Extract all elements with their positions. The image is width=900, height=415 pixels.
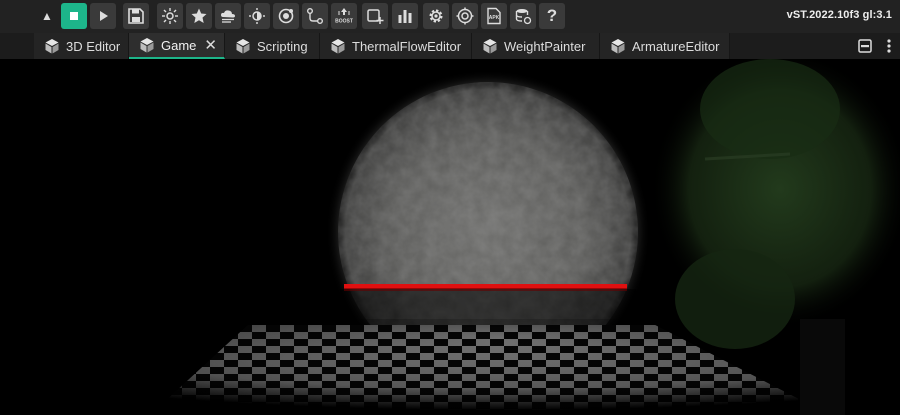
bar-chart-icon (398, 10, 412, 23)
star-button[interactable] (186, 3, 212, 29)
tab-scripting[interactable]: Scripting (225, 33, 320, 59)
node-path-button[interactable] (302, 3, 328, 29)
orbit-icon (278, 8, 294, 24)
tab-thermal-flow-editor[interactable]: ThermalFlowEditor (320, 33, 472, 59)
cloud-settings-button[interactable] (215, 3, 241, 29)
database-sync-button[interactable] (510, 3, 536, 29)
play-icon (100, 11, 108, 21)
game-scene (100, 59, 900, 415)
cube-icon (45, 39, 59, 54)
checker-floor (100, 319, 900, 415)
tab-label: Game (161, 37, 197, 53)
apk-export-icon: APK (487, 7, 501, 25)
add-window-button[interactable] (362, 3, 388, 29)
tab-3d-editor[interactable]: 3D Editor (34, 33, 129, 59)
brightness-icon (249, 8, 265, 24)
orbit-button[interactable] (273, 3, 299, 29)
editor-tab-bar: 3D Editor Game ✕ Scripting ThermalFlowEd… (0, 33, 900, 59)
cube-icon (331, 39, 345, 54)
target-settings-icon (456, 7, 474, 25)
database-sync-icon (515, 9, 532, 25)
bar-chart-button[interactable] (392, 3, 418, 29)
boost-button[interactable]: BOOST (331, 3, 357, 29)
node-path-icon (307, 8, 323, 24)
star-icon (191, 8, 207, 23)
play-button[interactable] (90, 3, 116, 29)
cube-icon (236, 39, 250, 54)
stop-icon (70, 12, 78, 20)
minimize-panel-icon[interactable] (858, 39, 872, 53)
svg-text:APK: APK (489, 15, 500, 21)
cube-icon (483, 39, 497, 54)
save-button[interactable] (123, 3, 149, 29)
tab-label: ArmatureEditor (632, 38, 720, 54)
tab-game[interactable]: Game ✕ (129, 33, 225, 59)
game-viewport[interactable] (0, 59, 900, 415)
settings-gear-icon (429, 9, 443, 23)
sun-light-icon (162, 8, 178, 24)
help-icon: ? (546, 6, 558, 25)
apk-export-button[interactable]: APK (481, 3, 507, 29)
tab-label: WeightPainter (504, 38, 586, 54)
stop-button[interactable] (61, 3, 87, 29)
save-icon (128, 8, 144, 24)
tab-label: Scripting (257, 38, 308, 54)
cube-icon (140, 38, 154, 53)
tab-armature-editor[interactable]: ArmatureEditor (600, 33, 730, 59)
add-window-icon (367, 9, 384, 24)
tab-label: ThermalFlowEditor (352, 38, 462, 54)
settings-gear-button[interactable] (423, 3, 449, 29)
version-label: vST.2022.10f3 gl:3.1 (786, 9, 892, 21)
brightness-button[interactable] (244, 3, 270, 29)
tab-label: 3D Editor (66, 38, 121, 54)
svg-text:BOOST: BOOST (335, 19, 353, 25)
sun-light-button[interactable] (157, 3, 183, 29)
boost-icon: BOOST (335, 8, 353, 25)
tab-weight-painter[interactable]: WeightPainter (472, 33, 600, 59)
help-button[interactable]: ? (539, 3, 565, 29)
target-settings-button[interactable] (452, 3, 478, 29)
more-options-icon[interactable] (886, 38, 892, 54)
collapse-up-icon[interactable]: ▲ (36, 4, 58, 28)
cube-icon (611, 39, 625, 54)
cloud-settings-icon (221, 10, 235, 23)
close-icon[interactable]: ✕ (204, 36, 217, 54)
main-toolbar: ▲ BOOST APK ? vST.2022.10f3 gl:3.1 (0, 0, 900, 33)
